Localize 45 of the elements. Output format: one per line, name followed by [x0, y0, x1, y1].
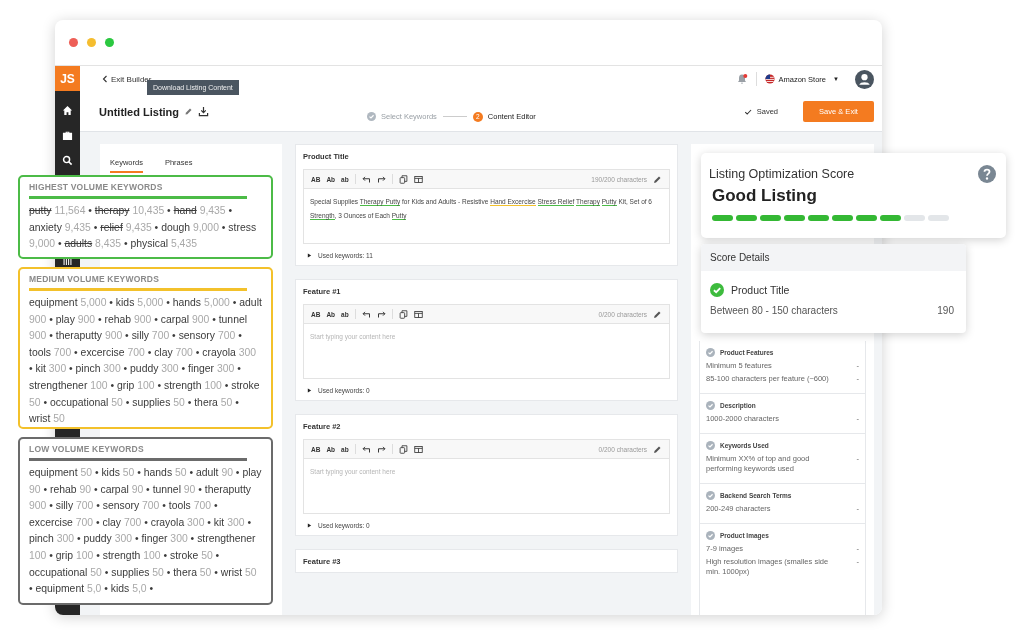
score-details-heading: Score Details: [701, 244, 966, 271]
pencil-icon[interactable]: [653, 309, 662, 319]
redo-icon[interactable]: [376, 174, 386, 184]
caret-right-icon: [307, 253, 312, 258]
download-icon[interactable]: [198, 106, 210, 117]
copy-icon[interactable]: [398, 444, 408, 454]
keyword-group-heading: HIGHEST VOLUME KEYWORDS: [29, 182, 247, 199]
layout-icon[interactable]: [413, 309, 423, 319]
keyword-list: equipment 5,000 • kids 5,000 • hands 5,000 • adult 900 • play 900 • rehab 900 • carpal 900 • tunnel 900 • theraputty 900 • silly 700 • sensory 700 • tools 700 • excercise 700 • clay 700 • crayola 300 • kit 300 • pinch 300 • puddy 300 • finger 300 • strengthener 100 • grip 100 • strength 100 • stroke 50 • occupational 50 • supplies 50 • thera 50 • wrist 50: [29, 295, 262, 428]
keyword-list: putty 11,564 • therapy 10,435 • hand 9,435 • anxiety 9,435 • relief 9,435 • dough 9,000 • stress 9,000 • adults 8,435 • physical 5,435: [29, 203, 262, 253]
undo-icon[interactable]: [361, 309, 371, 319]
detail-text: Between 80 - 150 characters: [710, 305, 838, 316]
home-icon[interactable]: [62, 105, 73, 116]
window-control[interactable]: [69, 38, 78, 47]
layout-icon[interactable]: [413, 444, 423, 454]
pencil-icon[interactable]: [653, 444, 662, 454]
check-icon: [367, 112, 376, 121]
score-title: Listing Optimization Score: [709, 167, 855, 181]
bag-icon[interactable]: [62, 130, 73, 141]
copy-icon[interactable]: [398, 309, 408, 319]
help-icon[interactable]: [978, 165, 996, 183]
bars-icon[interactable]: [62, 259, 73, 265]
layout-icon[interactable]: [413, 174, 423, 184]
listing-title: Untitled Listing: [99, 105, 180, 118]
pencil-icon[interactable]: [184, 107, 194, 116]
notification-bell-icon[interactable]: [735, 73, 748, 85]
avatar-icon[interactable]: [855, 69, 874, 89]
search-icon[interactable]: [62, 155, 73, 166]
detail-title: Product Title: [731, 284, 790, 296]
undo-icon[interactable]: [361, 174, 371, 184]
redo-icon[interactable]: [376, 309, 386, 319]
flag-icon: [764, 74, 775, 84]
check-icon: [743, 107, 752, 116]
caret-right-icon: [307, 388, 312, 393]
keyword-group-heading: MEDIUM VOLUME KEYWORDS: [29, 274, 247, 291]
copy-icon[interactable]: [398, 174, 408, 184]
redo-icon[interactable]: [376, 444, 386, 454]
chevron-left-icon: [102, 75, 108, 83]
pencil-icon[interactable]: [653, 174, 662, 184]
caret-right-icon: [307, 523, 312, 528]
detail-value: 190: [937, 305, 954, 316]
keyword-list: equipment 50 • kids 50 • hands 50 • adult 90 • play 90 • rehab 90 • carpal 90 • tunnel 90 • theraputty 900 • silly 700 • sensory 700 • tools 700 • excercise 700 • clay 700 • crayola 300 • kit 300 • pinch 300 • puddy 300 • finger 300 • strengthener 100 • grip 100 • strength 100 • stroke 50 • occupational 50 • supplies 50 • thera 50 • wrist 50 • equipment 5,0 • kids 5,0 •: [29, 465, 262, 598]
score-rating: Good Listing: [712, 186, 818, 206]
undo-icon[interactable]: [361, 444, 371, 454]
keyword-group-heading: LOW VOLUME KEYWORDS: [29, 444, 247, 461]
